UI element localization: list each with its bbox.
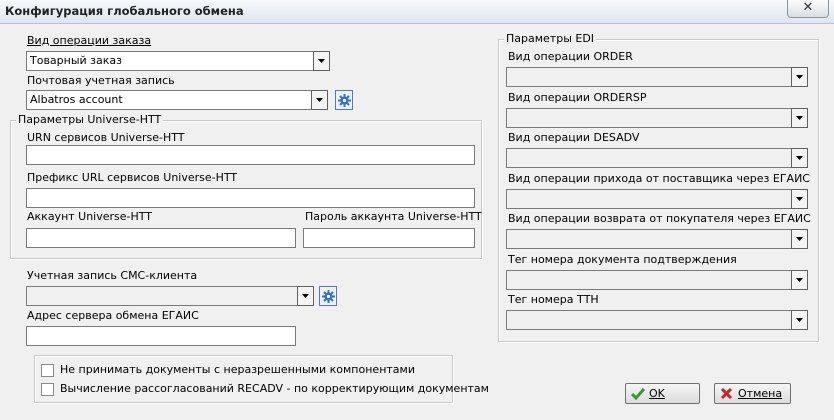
mail-account-value: Albatros account	[30, 93, 123, 106]
order-op-label: Вид операции заказа	[27, 34, 152, 47]
edi-field-dropdown-button[interactable]	[791, 107, 808, 128]
chevron-down-icon	[796, 237, 803, 241]
mail-account-select[interactable]: Albatros account	[26, 90, 328, 110]
close-icon: ✕	[802, 0, 814, 15]
gear-icon	[322, 290, 335, 303]
sms-account-label: Учетная запись СМС-клиента	[27, 269, 198, 282]
edi-field-label: Вид операции ORDER	[508, 50, 633, 63]
edi-field-label: Тег номера ТТН	[508, 293, 599, 306]
mail-account-settings-button[interactable]	[335, 90, 353, 110]
mail-account-dropdown-button[interactable]	[311, 90, 328, 110]
chevron-down-icon	[318, 59, 325, 63]
url-prefix-input[interactable]	[26, 188, 475, 208]
title-bar: Конфигурация глобального обмена ✕	[0, 0, 834, 24]
url-prefix-label: Префикс URL сервисов Universe-HTT	[27, 171, 238, 184]
edi-field-select[interactable]	[506, 148, 808, 168]
edi-field-select[interactable]	[506, 229, 808, 249]
x-icon	[720, 387, 733, 400]
order-op-value: Товарный заказ	[30, 54, 123, 67]
password-input[interactable]	[303, 228, 475, 248]
edi-field-label: Вид операции прихода от поставщика через…	[508, 171, 810, 185]
egais-server-input[interactable]	[26, 326, 296, 346]
order-op-dropdown-button[interactable]	[313, 51, 330, 71]
edi-field-dropdown-button[interactable]	[791, 269, 808, 290]
edi-field-select[interactable]	[506, 188, 808, 209]
universe-htt-group-title: Параметры Universe-HTT	[16, 113, 164, 126]
gear-icon	[338, 94, 351, 107]
check-icon	[631, 388, 645, 400]
edi-field-dropdown-button[interactable]	[791, 310, 808, 330]
chevron-down-icon	[302, 294, 309, 298]
edi-group-title: Параметры EDI	[504, 32, 597, 45]
mail-account-label: Почтовая учетная запись	[27, 74, 175, 87]
chevron-down-icon	[316, 98, 323, 102]
edi-field-select[interactable]	[506, 310, 808, 330]
chevron-down-icon	[796, 277, 803, 282]
sms-account-select[interactable]	[26, 286, 314, 306]
edi-field-label: Тег номера документа подтверждения	[508, 252, 737, 266]
ok-button-label: OK	[649, 387, 665, 400]
egais-server-label: Адрес сервера обмена ЕГАИС	[27, 309, 199, 322]
close-button[interactable]: ✕	[787, 0, 829, 18]
window-title: Конфигурация глобального обмена	[5, 4, 244, 18]
edi-field-dropdown-button[interactable]	[791, 67, 808, 87]
edi-field-label: Вид операции возврата от покупателя чере…	[508, 212, 811, 225]
cancel-button[interactable]: Отмена	[714, 383, 791, 404]
edi-field-label: Вид операции ORDERSP	[508, 90, 647, 104]
recadv-correction-label: Вычисление рассогласований RECADV - по к…	[60, 382, 489, 395]
sms-account-dropdown-button[interactable]	[297, 286, 314, 306]
chevron-down-icon	[796, 75, 803, 79]
recadv-correction-checkbox[interactable]	[41, 383, 54, 396]
edi-field-select[interactable]	[506, 67, 808, 87]
reject-unresolved-checkbox[interactable]	[41, 364, 54, 377]
ok-button[interactable]: OK	[625, 383, 700, 404]
chevron-down-icon	[796, 318, 803, 322]
password-label: Пароль аккаунта Universe-HTT	[305, 210, 482, 223]
order-op-select[interactable]: Товарный заказ	[26, 51, 330, 71]
edi-field-dropdown-button[interactable]	[791, 229, 808, 249]
chevron-down-icon	[796, 196, 803, 201]
edi-field-select[interactable]	[506, 269, 808, 290]
reject-unresolved-label: Не принимать документы с неразрешенными …	[60, 363, 415, 376]
account-label: Аккаунт Universe-HTT	[27, 210, 153, 223]
urn-input[interactable]	[26, 145, 475, 165]
edi-field-select[interactable]	[506, 107, 808, 128]
edi-field-label: Вид операции DESADV	[508, 131, 640, 144]
edi-field-dropdown-button[interactable]	[791, 148, 808, 168]
urn-label: URN сервисов Universe-HTT	[27, 131, 185, 144]
edi-field-dropdown-button[interactable]	[791, 188, 808, 209]
chevron-down-icon	[796, 115, 803, 120]
chevron-down-icon	[796, 156, 803, 160]
account-input[interactable]	[26, 228, 296, 248]
cancel-button-label: Отмена	[738, 387, 783, 400]
sms-account-settings-button[interactable]	[319, 286, 337, 306]
